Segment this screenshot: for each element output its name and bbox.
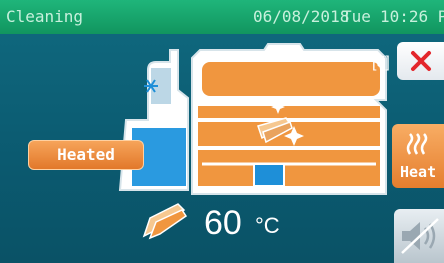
heat-waves-icon <box>406 133 428 155</box>
speaker-muted-icon <box>401 218 439 254</box>
heat-button[interactable]: Heat <box>392 124 444 188</box>
status-date: 06/08/2018 <box>253 7 350 26</box>
heated-status-button[interactable]: Heated <box>28 140 144 170</box>
mute-button[interactable] <box>394 209 444 263</box>
status-weekday: Tue <box>342 7 371 26</box>
status-time: 10:26 PM <box>380 7 444 26</box>
close-icon <box>410 51 431 71</box>
temperature-unit: °C <box>255 213 280 238</box>
close-button[interactable] <box>397 42 444 80</box>
cleaning-screen: Cleaning 06/08/2018 Tue 10:26 PM <box>0 0 444 263</box>
oven-compartment <box>191 43 387 195</box>
step-indicator: [5] <box>372 54 390 71</box>
screen-title: Cleaning <box>6 7 84 26</box>
tray-temperature-icon <box>142 203 188 240</box>
heat-button-label: Heat <box>400 163 437 181</box>
machine-diagram <box>118 43 387 195</box>
status-bar: Cleaning 06/08/2018 Tue 10:26 PM <box>0 0 444 34</box>
temperature-value: 60 <box>204 204 242 242</box>
